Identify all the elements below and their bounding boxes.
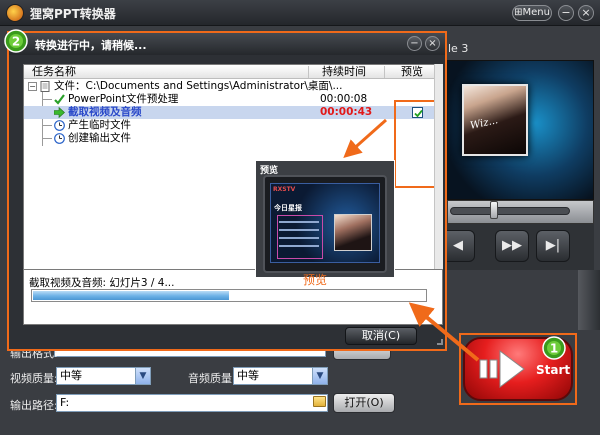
output-path-value: F: xyxy=(60,396,70,409)
start-label: Start xyxy=(536,363,571,377)
chevron-down-icon[interactable]: ▼ xyxy=(135,368,150,384)
previous-icon: ◀ xyxy=(453,238,463,253)
audio-quality-select[interactable]: 中等 ▼ xyxy=(233,367,328,385)
task-duration: 00:00:43 xyxy=(320,106,373,118)
slide-label: le 3 xyxy=(448,42,469,55)
dialog-minimize-button[interactable]: − xyxy=(407,36,422,51)
close-icon: × xyxy=(428,38,437,49)
task-row-temp[interactable]: 产生临时文件 xyxy=(24,119,442,132)
schedule-line xyxy=(279,237,319,239)
minimize-button[interactable]: − xyxy=(558,5,574,21)
folder-icon[interactable] xyxy=(313,396,326,407)
dialog-close-button[interactable]: × xyxy=(425,36,440,51)
popup-logo: RXSTV xyxy=(273,186,296,193)
step-1-badge: 1 xyxy=(542,336,566,360)
task-label: PowerPoint文件预处理 xyxy=(68,93,179,105)
task-duration: 00:00:08 xyxy=(320,93,368,105)
document-icon xyxy=(40,81,50,92)
column-preview[interactable]: 预览 xyxy=(401,65,423,79)
status-text: 截取视频及音频: 幻灯片3 / 4... xyxy=(29,277,175,289)
cancel-button[interactable]: 取消(C) xyxy=(345,327,417,345)
task-label: 截取视频及音频 xyxy=(68,106,142,118)
task-row-output[interactable]: 创建输出文件 xyxy=(24,132,442,145)
schedule-line xyxy=(279,221,319,223)
task-label: 文件：C:\Documents and Settings\Administrat… xyxy=(54,80,343,92)
task-row-preprocess[interactable]: PowerPoint文件预处理 00:00:08 xyxy=(24,93,442,106)
app-title: 狸窝PPT转换器 xyxy=(30,7,116,21)
collapse-icon[interactable]: − xyxy=(28,82,37,91)
title-bar: 狸窝PPT转换器 ⊞Menu − × xyxy=(0,0,600,26)
output-path-input[interactable]: F: xyxy=(56,394,328,412)
column-divider[interactable] xyxy=(384,66,385,78)
side-panel-edge xyxy=(578,270,600,330)
close-icon: × xyxy=(581,6,591,19)
menu-button[interactable]: ⊞Menu xyxy=(512,5,552,21)
video-quality-label: 视频质量: xyxy=(10,372,58,385)
clock-icon xyxy=(54,133,65,144)
audio-quality-label: 音频质量: xyxy=(188,372,236,385)
task-row-file[interactable]: − 文件：C:\Documents and Settings\Administr… xyxy=(24,80,442,93)
schedule-line xyxy=(279,245,319,247)
menu-label: Menu xyxy=(522,7,550,18)
dialog-title: 转换进行中，请稍候... xyxy=(35,39,147,52)
popup-heading: 今日星报 xyxy=(274,204,302,212)
video-quality-value: 中等 xyxy=(60,369,82,382)
step-1-number: 1 xyxy=(550,342,558,356)
minimize-icon: − xyxy=(561,6,571,19)
seek-track[interactable] xyxy=(450,207,570,215)
minimize-icon: − xyxy=(410,38,419,49)
arrow-right-icon xyxy=(54,107,65,118)
popup-photo xyxy=(334,214,372,251)
column-duration[interactable]: 持续时间 xyxy=(322,65,366,79)
task-label: 创建输出文件 xyxy=(68,132,131,144)
chevron-down-icon[interactable]: ▼ xyxy=(312,368,327,384)
play-arrow-icon xyxy=(479,350,525,388)
forward-button[interactable]: ▶▶ xyxy=(495,230,529,262)
progress-bar xyxy=(31,289,427,302)
conversion-dialog: 转换进行中，请稍候... − × 2 任务名称 持续时间 预览 − 文件：C:\… xyxy=(4,29,447,351)
dialog-title-bar[interactable]: 转换进行中，请稍候... − × xyxy=(9,33,445,55)
seek-thumb[interactable] xyxy=(490,201,498,219)
preview-column-highlight xyxy=(394,100,436,188)
step-2-number: 2 xyxy=(12,35,20,49)
task-list-scrollbar[interactable] xyxy=(434,64,443,269)
skip-end-button[interactable]: ▶| xyxy=(536,230,570,262)
skip-end-icon: ▶| xyxy=(545,238,561,253)
column-task-name[interactable]: 任务名称 xyxy=(32,65,76,79)
progress-fill xyxy=(33,291,229,300)
task-list-header: 任务名称 持续时间 预览 xyxy=(24,65,442,79)
app-logo-icon xyxy=(6,4,24,22)
output-path-label: 输出路径: xyxy=(10,399,58,412)
open-button[interactable]: 打开(O) xyxy=(333,393,395,413)
task-row-capture[interactable]: 截取视频及音频 00:00:43 xyxy=(24,106,442,119)
clock-icon xyxy=(54,120,65,131)
resize-grip-icon[interactable] xyxy=(437,339,443,345)
video-quality-select[interactable]: 中等 ▼ xyxy=(56,367,151,385)
preview-caption: 预览 xyxy=(303,273,328,287)
audio-quality-value: 中等 xyxy=(237,369,259,382)
column-divider[interactable] xyxy=(308,66,309,78)
schedule-line xyxy=(279,229,319,231)
check-icon xyxy=(54,94,65,105)
step-2-badge: 2 xyxy=(4,29,28,53)
forward-icon: ▶▶ xyxy=(502,238,522,253)
close-button[interactable]: × xyxy=(578,5,594,21)
task-label: 产生临时文件 xyxy=(68,119,131,131)
preview-popup: 预览 RXSTV 今日星报 xyxy=(255,160,395,278)
